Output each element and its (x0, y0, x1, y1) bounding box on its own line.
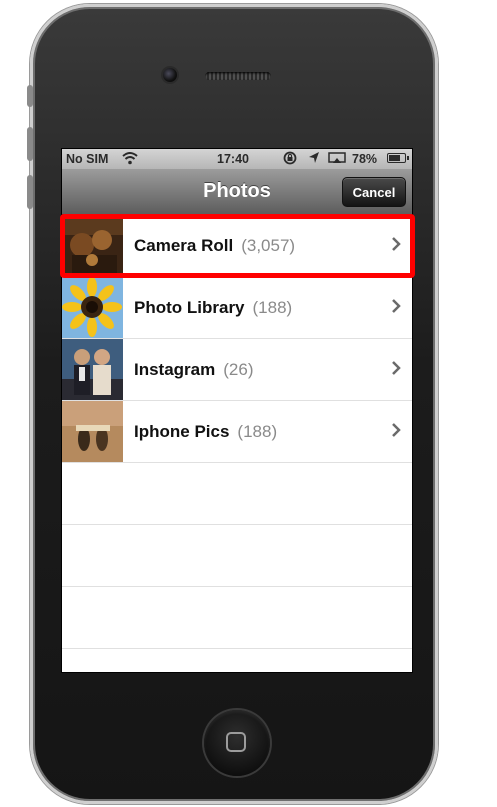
earpiece-speaker (205, 72, 271, 80)
volume-down-button (27, 175, 33, 209)
album-list: Camera Roll (3,057) Photo Library (188) … (62, 215, 412, 649)
highlight-box (60, 214, 415, 278)
album-thumbnail (62, 339, 123, 400)
album-label: Iphone Pics (188) (134, 422, 277, 442)
album-thumbnail (62, 277, 123, 338)
location-icon (308, 151, 320, 168)
wifi-icon (122, 151, 138, 168)
airplay-icon (328, 152, 346, 167)
album-label: Instagram (26) (134, 360, 253, 380)
battery-icon (387, 153, 409, 163)
chevron-right-icon (392, 299, 401, 313)
chevron-right-icon (392, 361, 401, 375)
mute-switch (27, 85, 33, 107)
album-row-photo-library[interactable]: Photo Library (188) (62, 277, 412, 339)
home-square-icon (226, 732, 246, 752)
rotation-lock-icon (282, 151, 298, 168)
status-time: 17:40 (217, 152, 249, 166)
volume-up-button (27, 127, 33, 161)
empty-list-row (62, 463, 412, 525)
home-button[interactable] (204, 710, 270, 776)
album-count: (188) (252, 298, 293, 317)
battery-percentage: 78% (352, 152, 378, 166)
album-label: Photo Library (188) (134, 298, 292, 318)
cancel-button[interactable]: Cancel (342, 177, 406, 207)
carrier-label: No SIM (66, 152, 109, 166)
navigation-bar: Photos Cancel (62, 169, 412, 215)
album-name: Iphone Pics (134, 422, 230, 441)
album-name: Photo Library (134, 298, 245, 317)
album-count: (188) (237, 422, 278, 441)
empty-list-row (62, 587, 412, 649)
front-camera (163, 68, 177, 82)
album-count: (26) (223, 360, 254, 379)
album-row-iphone-pics[interactable]: Iphone Pics (188) (62, 401, 412, 463)
album-thumbnail (62, 401, 123, 462)
album-name: Instagram (134, 360, 216, 379)
status-bar: No SIM 17:40 78% (62, 149, 412, 169)
chevron-right-icon (392, 423, 401, 437)
empty-list-row (62, 525, 412, 587)
album-row-instagram[interactable]: Instagram (26) (62, 339, 412, 401)
